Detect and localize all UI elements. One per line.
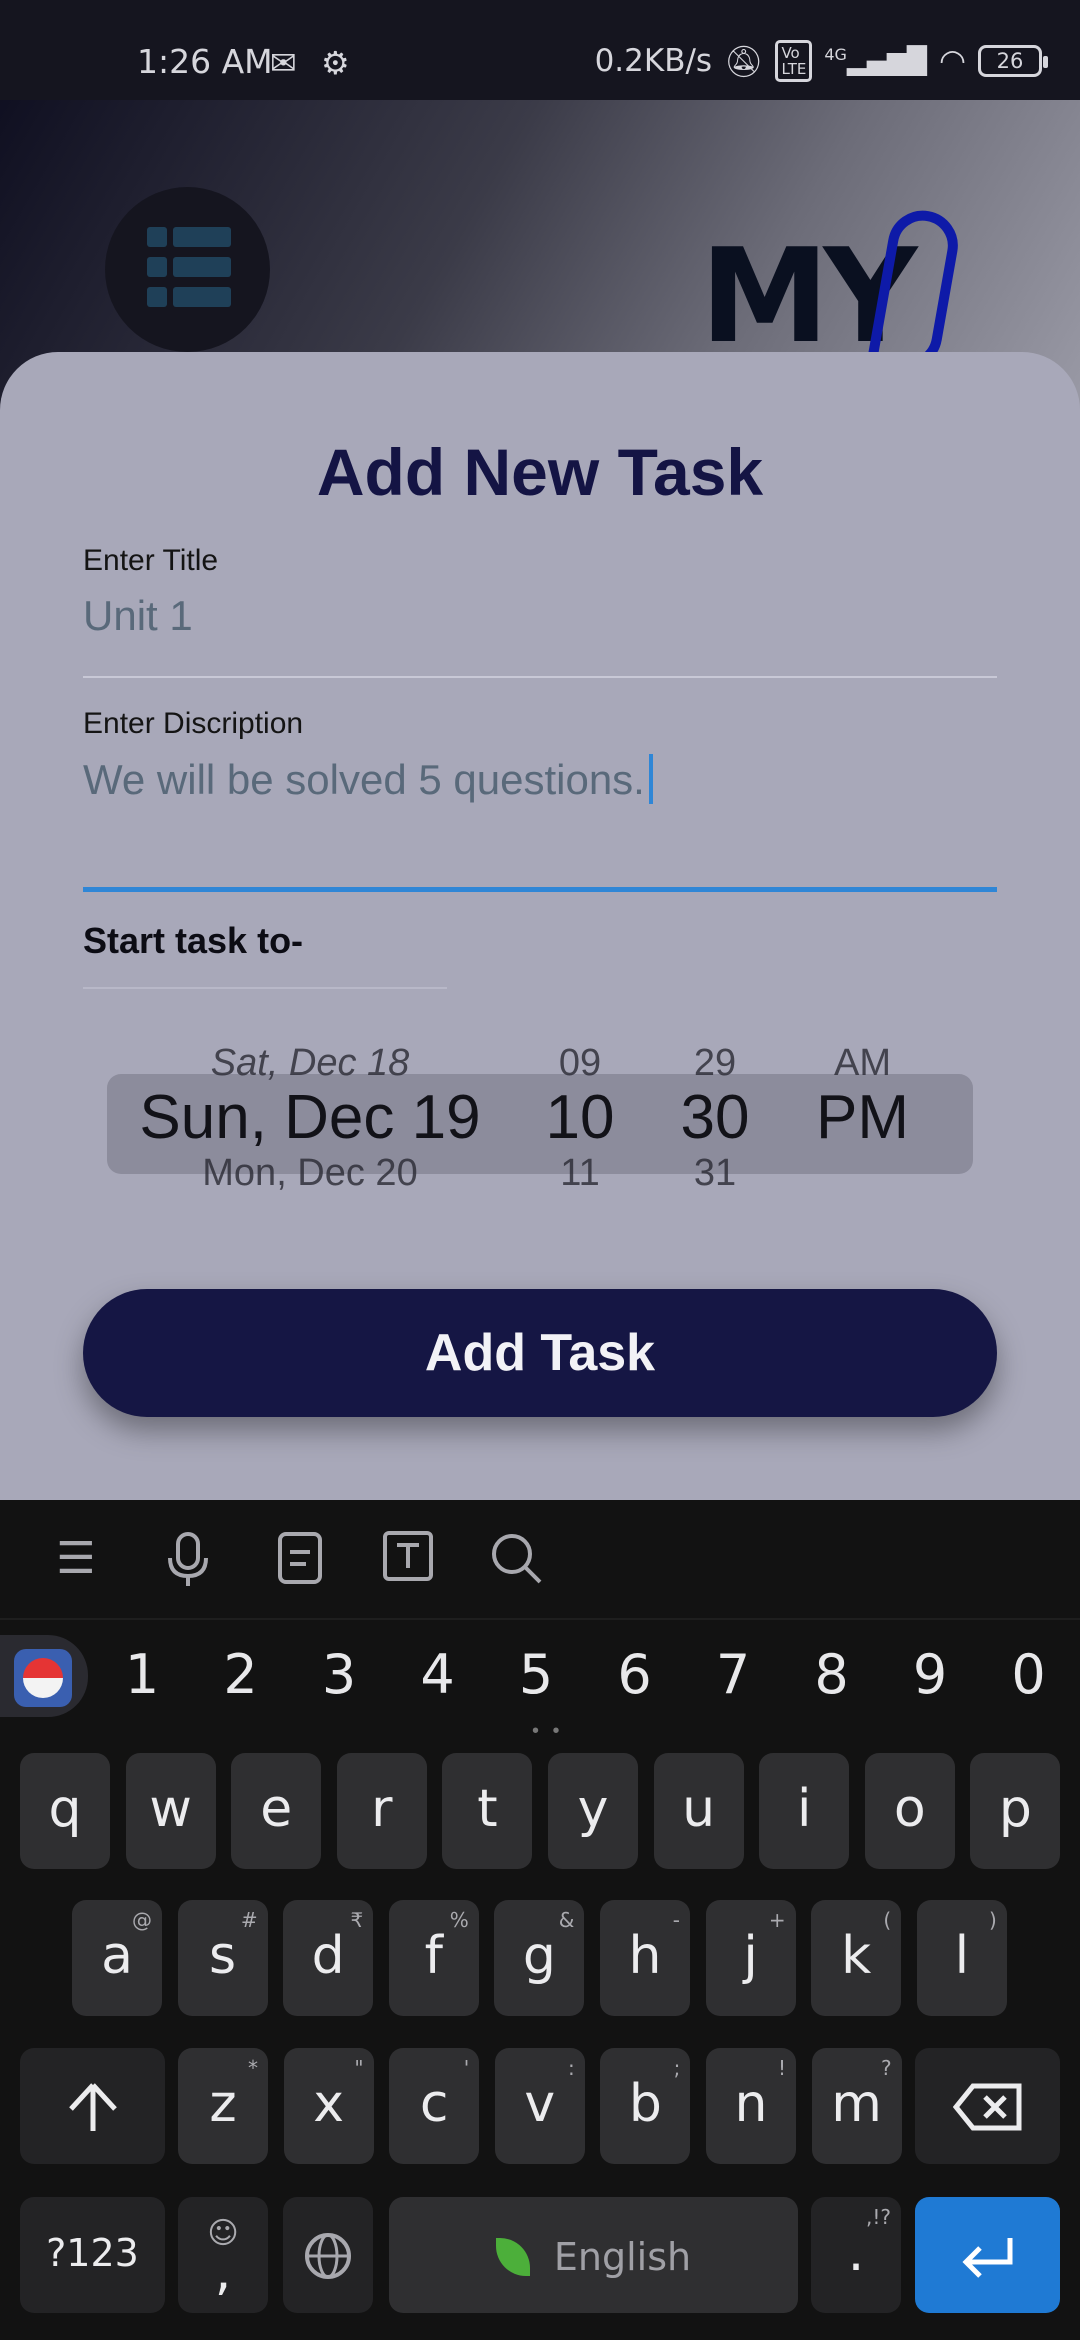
number-key-7[interactable]: 7 [703, 1643, 763, 1706]
key-b[interactable]: ; b [600, 2048, 691, 2164]
key-r[interactable]: r [336, 1753, 427, 1869]
language-key[interactable] [283, 2197, 373, 2313]
gmail-icon: ✉ [270, 44, 297, 82]
number-key-9[interactable]: 9 [900, 1643, 960, 1706]
text-caret [648, 754, 653, 804]
key-h[interactable]: -h [600, 1900, 690, 2016]
emoji-comma-key[interactable]: ☺, [178, 2197, 268, 2313]
date-time-picker[interactable]: Sat, Dec 18 Sun, Dec 19 Mon, Dec 20 09 1… [0, 1002, 1080, 1252]
picker-hour-selected: 10 [545, 1083, 615, 1152]
menu-icon[interactable]: ☰ [48, 1530, 104, 1588]
description-field-label: Enter Discription [83, 707, 304, 740]
picker-hour-column[interactable]: 09 10 11 [520, 1002, 640, 1252]
key-e[interactable]: e [231, 1753, 322, 1869]
backspace-key[interactable] [915, 2048, 1060, 2164]
shift-key[interactable] [20, 2048, 165, 2164]
key-v[interactable]: :v [494, 2048, 585, 2164]
number-key-5[interactable]: 5 [506, 1643, 566, 1706]
gear-icon: ⚙ [320, 44, 350, 82]
key-q[interactable]: q [20, 1753, 110, 1869]
picker-date-prev: Sat, Dec 18 [210, 1042, 410, 1084]
key-d[interactable]: ₹ d [283, 1900, 374, 2016]
menu-button[interactable] [105, 187, 270, 352]
picker-ampm-column[interactable]: AM PM [800, 1002, 925, 1252]
key-g[interactable]: & g [494, 1900, 585, 2016]
key-t[interactable]: t [442, 1753, 533, 1869]
key-o[interactable]: o [864, 1753, 955, 1869]
number-key-3[interactable]: 3 [309, 1643, 369, 1706]
enter-key[interactable] [915, 2197, 1060, 2313]
period-key[interactable]: ,!?. [811, 2197, 901, 2313]
key-y[interactable]: y [548, 1753, 638, 1869]
description-input[interactable]: We will be solved 5 questions. [83, 754, 653, 804]
add-task-sheet: Add New Task Enter Title Unit 1 Enter Di… [0, 352, 1080, 1502]
picker-minute-selected: 30 [680, 1083, 750, 1152]
picker-minute-next: 31 [693, 1152, 737, 1194]
leaf-icon [495, 2238, 530, 2276]
key-p[interactable]: p [970, 1753, 1061, 1869]
status-bar: 1:26 AM ✉ ⚙ 0.2KB/s 🔕︎ Vo LTE 4G▂▄▆█ ◠ 26 [0, 0, 1080, 100]
key-l[interactable]: ) l [916, 1900, 1007, 2016]
key-m[interactable]: ? m [811, 2048, 902, 2164]
description-underline [83, 887, 997, 892]
picker-hour-prev: 09 [558, 1042, 602, 1084]
number-key-1[interactable]: 1 [112, 1643, 172, 1706]
keyboard-toolbar: ☰ [0, 1500, 1080, 1620]
key-f[interactable]: % f [388, 1900, 479, 2016]
number-key-4[interactable]: 4 [408, 1643, 468, 1706]
status-time: 1:26 AM [137, 42, 273, 81]
key-u[interactable]: u [653, 1753, 744, 1869]
title-input[interactable]: Unit 1 [83, 592, 193, 640]
key-w[interactable]: w [125, 1753, 216, 1869]
picker-date-next: Mon, Dec 20 [202, 1152, 418, 1194]
start-task-label: Start task to- [83, 920, 304, 961]
key-c[interactable]: ' c [389, 2048, 480, 2164]
key-i[interactable]: i [759, 1753, 850, 1869]
text-edit-icon[interactable] [380, 1530, 436, 1588]
key-a[interactable]: @ a [72, 1900, 162, 2016]
number-key-2[interactable]: 2 [211, 1643, 271, 1706]
picker-minute-prev: 29 [693, 1042, 737, 1084]
picker-date-column[interactable]: Sat, Dec 18 Sun, Dec 19 Mon, Dec 20 [120, 1002, 500, 1252]
number-key-8[interactable]: 8 [802, 1643, 862, 1706]
signal-icon: 4G▂▄▆█ [824, 45, 927, 77]
key-x[interactable]: " x [283, 2048, 374, 2164]
mute-icon: 🔕︎ [724, 43, 764, 80]
wifi-icon: ◠ [938, 43, 966, 79]
title-field-label: Enter Title [83, 544, 219, 577]
key-s[interactable]: # s [177, 1900, 268, 2016]
pokeball-icon[interactable] [0, 1635, 88, 1717]
picker-hour-next: 11 [560, 1152, 600, 1194]
clipboard-icon[interactable] [272, 1530, 328, 1588]
picker-date-selected: Sun, Dec 19 [139, 1083, 481, 1152]
number-key-0[interactable]: 0 [999, 1643, 1059, 1706]
number-key-6[interactable]: 6 [605, 1643, 665, 1706]
network-speed: 0.2KB/s [594, 43, 713, 79]
title-underline [83, 676, 997, 678]
add-task-button[interactable]: Add Task [83, 1289, 997, 1417]
search-icon[interactable] [488, 1530, 544, 1588]
volte-icon: Vo LTE [775, 40, 813, 82]
picker-ampm-selected: PM [816, 1083, 909, 1152]
picker-minute-column[interactable]: 29 30 31 [660, 1002, 770, 1252]
space-key[interactable]: English [389, 2197, 798, 2313]
key-j[interactable]: + j [705, 1900, 796, 2016]
microphone-icon[interactable] [160, 1530, 216, 1588]
number-row: 1234567890 [0, 1635, 1080, 1730]
page-indicator: • • [532, 1720, 564, 1742]
key-k[interactable]: (k [811, 1900, 902, 2016]
picker-ampm-prev: AM [834, 1042, 891, 1084]
key-n[interactable]: ! n [706, 2048, 796, 2164]
battery-icon: 26 [978, 45, 1048, 77]
key-z[interactable]: * z [178, 2048, 268, 2164]
sheet-title: Add New Task [316, 435, 764, 509]
soft-keyboard: ☰ 1234567890 • • q w e r t y u i o p @ a # s ₹ d% f & g - h +… [0, 1500, 1080, 2340]
menu-grid-icon [147, 227, 231, 311]
symbols-key[interactable]: ?123 [20, 2197, 165, 2313]
